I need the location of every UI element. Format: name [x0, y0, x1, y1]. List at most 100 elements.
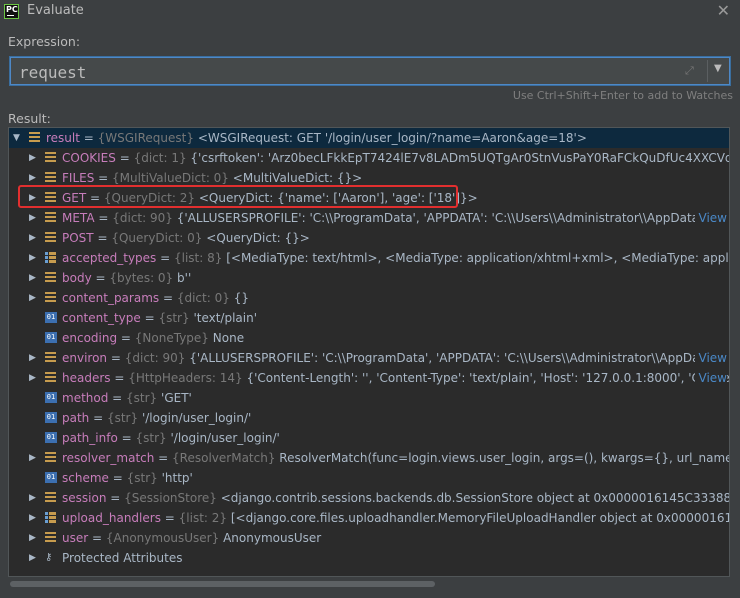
row-text: content_params = {dict: 0} {}: [62, 288, 249, 308]
variable-value: '/login/user_login/': [170, 431, 280, 445]
equals-sign: =: [89, 411, 107, 425]
variable-value: <MultiValueDict: {}>: [232, 171, 363, 185]
expand-arrow-icon[interactable]: ▶: [29, 268, 36, 288]
primitive-value-icon: 01: [45, 312, 57, 323]
tree-row[interactable]: 01 encoding = {NoneType} None: [9, 328, 729, 348]
row-text: result = {WSGIRequest} <WSGIRequest: GET…: [46, 128, 587, 148]
equals-sign: =: [107, 351, 125, 365]
variable-type: {QueryDict: 0}: [111, 231, 203, 245]
expand-arrow-icon[interactable]: ▶: [29, 208, 36, 228]
tree-row[interactable]: ▶ body = {bytes: 0} b'': [9, 268, 729, 288]
expand-arrow-icon[interactable]: ▶: [29, 248, 36, 268]
tree-row[interactable]: ▶ user = {AnonymousUser} AnonymousUser: [9, 528, 729, 548]
object-icon: [45, 212, 56, 223]
row-text: method = {str} 'GET': [62, 388, 192, 408]
tree-row[interactable]: ▶ environ = {dict: 90} {'ALLUSERSPROFILE'…: [9, 348, 729, 368]
variable-name: resolver_match: [62, 451, 155, 465]
row-text: META = {dict: 90} {'ALLUSERSPROFILE': 'C…: [62, 208, 706, 228]
equals-sign: =: [91, 271, 110, 285]
tree-row[interactable]: ▶ headers = {HttpHeaders: 14} {'Content-L…: [9, 368, 729, 388]
view-link[interactable]: View: [694, 348, 727, 368]
tree-row[interactable]: ▶ POST = {QueryDict: 0} <QueryDict: {}>: [9, 228, 729, 248]
variable-type: {dict: 1}: [133, 151, 187, 165]
object-icon: [45, 492, 56, 503]
row-text: user = {AnonymousUser} AnonymousUser: [62, 528, 321, 548]
row-text: resolver_match = {ResolverMatch} Resolve…: [62, 448, 730, 468]
tree-row[interactable]: 01 path = {str} '/login/user_login/': [9, 408, 729, 428]
view-link[interactable]: View: [694, 368, 727, 388]
variable-type: {str}: [158, 311, 190, 325]
variable-value: {}: [233, 291, 249, 305]
primitive-value-icon: 01: [45, 472, 57, 483]
object-icon: [45, 292, 56, 303]
variable-type: {MultiValueDict: 0}: [112, 171, 229, 185]
tree-row[interactable]: ▶ META = {dict: 90} {'ALLUSERSPROFILE': '…: [9, 208, 729, 228]
tree-row[interactable]: ▼ result = {WSGIRequest} <WSGIRequest: GE…: [9, 128, 729, 148]
expand-arrow-icon[interactable]: ▶: [29, 548, 36, 568]
row-text: path = {str} '/login/user_login/': [62, 408, 251, 428]
equals-sign: =: [115, 151, 134, 165]
tree-row[interactable]: ▶ session = {SessionStore} <django.contri…: [9, 488, 730, 508]
expand-arrow-icon[interactable]: ▶: [29, 148, 36, 168]
object-icon: [45, 352, 56, 363]
close-icon[interactable]: ✕: [717, 1, 730, 20]
tree-row[interactable]: ▶ upload_handlers = {list: 2} [<django.co…: [9, 508, 730, 528]
object-icon: [45, 172, 56, 183]
expand-arrow-icon[interactable]: ▶: [29, 288, 36, 308]
variable-name: FILES: [62, 171, 95, 185]
tree-row[interactable]: 01 path_info = {str} '/login/user_login/': [9, 428, 729, 448]
variable-name: accepted_types: [62, 251, 157, 265]
tree-row[interactable]: ▶ content_params = {dict: 0} {}: [9, 288, 729, 308]
tree-row[interactable]: ▶ ⚷ Protected Attributes: [9, 548, 729, 568]
variable-name: path: [62, 411, 90, 425]
tree-row[interactable]: ▶ COOKIES = {dict: 1} {'csrftoken': 'Arz0…: [9, 148, 729, 168]
history-dropdown-icon[interactable]: ▼: [714, 63, 722, 74]
equals-sign: =: [117, 331, 135, 345]
row-text: body = {bytes: 0} b'': [62, 268, 191, 288]
variable-value: ResolverMatch(func=login.views.user_logi…: [279, 451, 730, 465]
variable-value: [<django.core.files.uploadhandler.Memory…: [230, 511, 730, 525]
equals-sign: =: [156, 251, 174, 265]
variable-type: {NoneType}: [134, 331, 209, 345]
collapse-arrow-icon[interactable]: ▼: [13, 128, 20, 148]
expand-editor-icon[interactable]: ⤢: [685, 64, 694, 78]
variable-value: 'text/plain': [193, 311, 258, 325]
expression-box[interactable]: ⤢ ▼: [10, 57, 730, 85]
equals-sign: =: [93, 231, 112, 245]
variable-name: content_params: [62, 291, 160, 305]
tree-row[interactable]: ▶ resolver_match = {ResolverMatch} Resolv…: [9, 448, 730, 468]
expand-arrow-icon[interactable]: ▶: [29, 448, 36, 468]
expand-arrow-icon[interactable]: ▶: [29, 368, 36, 388]
row-text: content_type = {str} 'text/plain': [62, 308, 257, 328]
row-text: environ = {dict: 90} {'ALLUSERSPROFILE':…: [62, 348, 712, 368]
variable-value: <django.contrib.sessions.backends.db.Ses…: [220, 491, 730, 505]
variable-name: POST: [62, 231, 94, 245]
expression-label: Expression:: [8, 34, 81, 49]
tree-row[interactable]: ▶ accepted_types = {list: 8} [<MediaType:…: [9, 248, 729, 268]
expand-arrow-icon[interactable]: ▶: [29, 228, 36, 248]
variable-value: <QueryDict: {}>: [206, 231, 310, 245]
view-link[interactable]: View: [694, 208, 727, 228]
row-text: Protected Attributes: [62, 548, 182, 568]
scrollbar-thumb[interactable]: [10, 581, 435, 587]
row-text: scheme = {str} 'http': [62, 468, 193, 488]
expand-arrow-icon[interactable]: ▶: [29, 488, 36, 508]
variable-name: path_info: [62, 431, 118, 445]
equals-sign: =: [108, 471, 127, 485]
tree-row[interactable]: 01 content_type = {str} 'text/plain': [9, 308, 729, 328]
tree-row[interactable]: 01 scheme = {str} 'http': [9, 468, 729, 488]
primitive-value-icon: 01: [45, 412, 57, 423]
expand-arrow-icon[interactable]: ▶: [29, 508, 36, 528]
highlight-box: [18, 185, 458, 208]
variable-type: {str}: [126, 391, 158, 405]
title-bar: PC Evaluate ✕: [0, 0, 740, 24]
expand-arrow-icon[interactable]: ▶: [29, 348, 36, 368]
variable-type: {ResolverMatch}: [172, 451, 276, 465]
tree-row[interactable]: 01 method = {str} 'GET': [9, 388, 729, 408]
expand-arrow-icon[interactable]: ▶: [29, 528, 36, 548]
expression-input[interactable]: [17, 61, 681, 83]
horizontal-scrollbar[interactable]: [8, 579, 730, 589]
variable-value: None: [212, 331, 245, 345]
row-text: POST = {QueryDict: 0} <QueryDict: {}>: [62, 228, 310, 248]
row-text: upload_handlers = {list: 2} [<django.cor…: [62, 508, 730, 528]
